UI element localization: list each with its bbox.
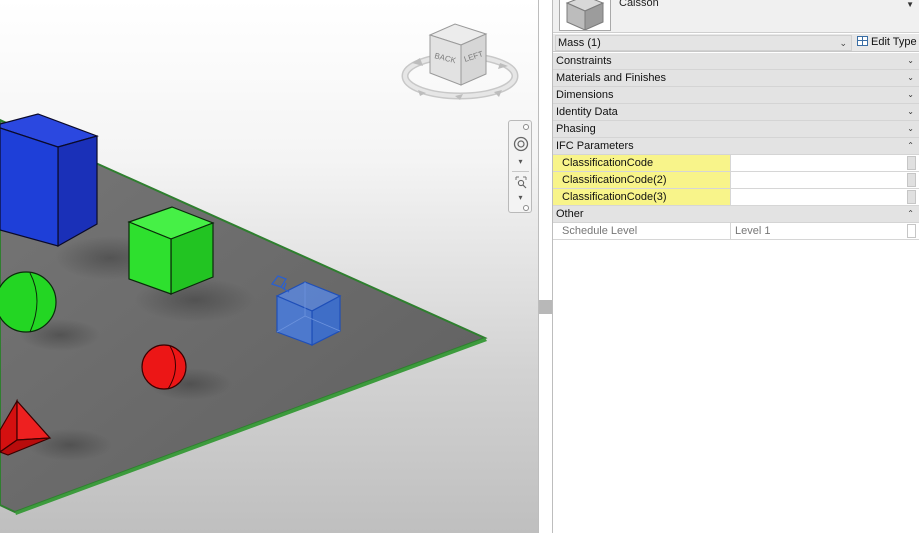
param-scroll-thumb[interactable] (907, 156, 916, 170)
param-name: Schedule Level (553, 223, 731, 239)
chevron-down-icon[interactable]: ▾ (512, 189, 529, 206)
edit-type-icon (857, 36, 868, 46)
group-ifc-parameters[interactable]: IFC Parameters ⌃ (553, 138, 919, 155)
param-scroll-thumb[interactable] (907, 173, 916, 187)
edit-type-label: Edit Type (871, 36, 917, 48)
chevron-expand-icon[interactable]: ⌄ (907, 121, 914, 137)
param-value-field[interactable] (731, 172, 905, 188)
group-label: Constraints (556, 55, 612, 67)
group-other[interactable]: Other ⌃ (553, 206, 919, 223)
chevron-down-icon[interactable]: ▼ (906, 0, 914, 9)
navbar-options-dot[interactable] (523, 205, 529, 211)
group-constraints[interactable]: Constraints ⌄ (553, 53, 919, 70)
green-sphere-mass[interactable] (0, 271, 57, 333)
group-label: Phasing (556, 123, 596, 135)
splitter-grip[interactable] (539, 300, 552, 314)
model-scene[interactable]: BACK LEFT (0, 0, 538, 533)
chevron-expand-icon[interactable]: ⌄ (907, 87, 914, 103)
instance-filter-select[interactable]: Mass (1) ⌄ (555, 35, 852, 51)
group-phasing[interactable]: Phasing ⌄ (553, 121, 919, 138)
param-value-field[interactable] (731, 155, 905, 171)
chevron-collapse-icon[interactable]: ⌃ (907, 206, 914, 222)
blue-box-mass[interactable] (0, 113, 99, 248)
param-name: ClassificationCode (553, 155, 731, 171)
group-materials-and-finishes[interactable]: Materials and Finishes ⌄ (553, 70, 919, 87)
param-row[interactable]: ClassificationCode(3) (553, 189, 919, 206)
steering-wheel-icon[interactable] (512, 135, 529, 152)
param-value-field[interactable]: Level 1 (731, 223, 905, 239)
edit-type-button[interactable]: Edit Type (857, 35, 917, 51)
param-scroll-thumb[interactable] (907, 224, 916, 238)
group-label: IFC Parameters (556, 140, 634, 152)
3d-viewport[interactable]: BACK LEFT ▾ ▾ (0, 0, 538, 533)
type-thumbnail (559, 0, 611, 31)
param-value-field[interactable] (731, 189, 905, 205)
instance-row: Mass (1) ⌄ Edit Type (553, 34, 919, 52)
chevron-collapse-icon[interactable]: ⌃ (907, 138, 914, 154)
param-row[interactable]: ClassificationCode (553, 155, 919, 172)
chevron-down-icon[interactable]: ⌄ (839, 36, 847, 50)
group-dimensions[interactable]: Dimensions ⌄ (553, 87, 919, 104)
param-scroll-thumb[interactable] (907, 190, 916, 204)
navbar-close-dot[interactable] (523, 124, 529, 130)
group-label: Dimensions (556, 89, 614, 101)
group-label: Other (556, 208, 584, 220)
param-name: ClassificationCode(3) (553, 189, 731, 205)
param-name: ClassificationCode(2) (553, 172, 731, 188)
instance-filter-value: Mass (1) (558, 37, 601, 49)
chevron-expand-icon[interactable]: ⌄ (907, 104, 914, 120)
param-row[interactable]: ClassificationCode(2) (553, 172, 919, 189)
zoom-region-icon[interactable] (512, 173, 529, 190)
viewcube[interactable]: BACK LEFT (401, 23, 519, 100)
group-identity-data[interactable]: Identity Data ⌄ (553, 104, 919, 121)
type-name: Caisson (619, 0, 659, 9)
chevron-expand-icon[interactable]: ⌄ (907, 53, 914, 69)
panel-splitter[interactable] (538, 0, 553, 533)
type-selector[interactable]: Caisson ▼ (553, 0, 919, 33)
green-box-mass[interactable] (127, 206, 215, 295)
properties-palette: Caisson ▼ Mass (1) ⌄ Edit Type Constrain… (553, 0, 919, 533)
param-row[interactable]: Schedule Level Level 1 (553, 223, 919, 240)
group-label: Materials and Finishes (556, 72, 667, 84)
group-label: Identity Data (556, 106, 618, 118)
chevron-down-icon[interactable]: ▾ (512, 153, 529, 170)
red-sphere-mass[interactable] (141, 344, 187, 390)
navigation-bar[interactable]: ▾ ▾ (508, 120, 532, 213)
chevron-expand-icon[interactable]: ⌄ (907, 70, 914, 86)
